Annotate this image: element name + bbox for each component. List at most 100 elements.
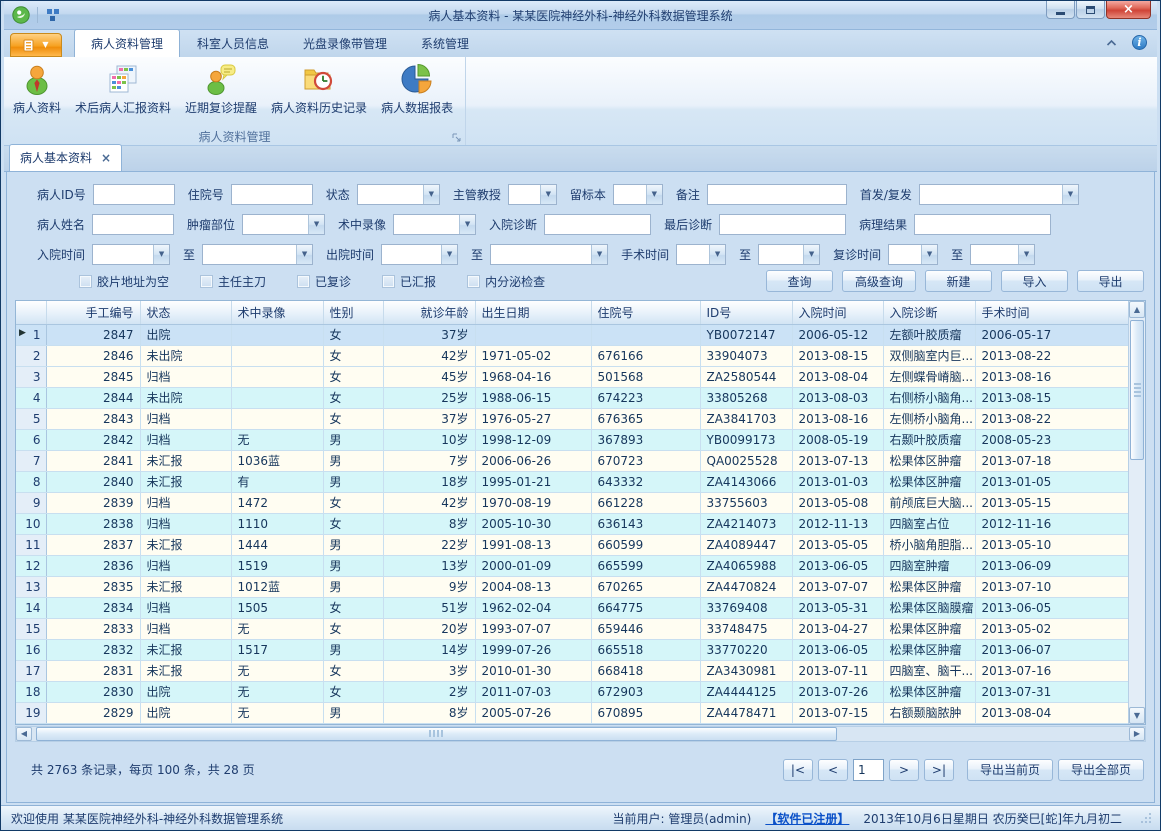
info-icon[interactable]: i [1132,35,1147,50]
combo-dropdown-icon[interactable]: ▼ [296,245,312,264]
combo-dropdown-icon[interactable]: ▼ [308,215,324,234]
table-row[interactable]: 172831未汇报无女3岁2010-01-30668418ZA343098120… [16,660,1128,681]
revisited-checkbox[interactable]: 已复诊 [297,273,351,290]
table-row[interactable]: 122836归档1519男13岁2000-01-09665599ZA406598… [16,555,1128,576]
new-button[interactable]: 新建 [925,270,992,292]
combo-dropdown-icon[interactable]: ▼ [646,185,662,204]
surgery-time-to-dropdown[interactable]: ▼ [758,244,820,265]
chief-surgeon-checkbox[interactable]: 主任主刀 [200,273,266,290]
collapse-ribbon-icon[interactable] [1105,39,1118,47]
column-header-surgery-video[interactable]: 术中录像 [231,301,323,324]
vertical-scroll-thumb[interactable] [1130,320,1144,460]
pathology-result-input[interactable] [914,214,1051,235]
app-logo-icon[interactable] [11,5,31,25]
scroll-down-icon[interactable]: ▼ [1129,707,1145,724]
next-page-button[interactable]: > [889,759,919,781]
query-button[interactable]: 查询 [766,270,833,292]
film-address-empty-checkbox[interactable]: 胶片地址为空 [79,273,169,290]
advanced-query-button[interactable]: 高级查询 [842,270,916,292]
table-row[interactable]: 92839归档1472女42岁1970-08-19661228337556032… [16,492,1128,513]
remark-input[interactable] [707,184,847,205]
column-header-admission-diagnosis[interactable]: 入院诊断 [883,301,975,324]
ribbon-button-2[interactable]: 近期复诊提醒 [178,59,264,127]
column-header-status[interactable]: 状态 [140,301,231,324]
combo-dropdown-icon[interactable]: ▼ [709,245,725,264]
table-row[interactable]: 162832未汇报1517男14岁1999-07-266655183377022… [16,639,1128,660]
last-page-button[interactable]: >| [924,759,954,781]
table-row[interactable]: 52843归档女37岁1976-05-27676365ZA38417032013… [16,408,1128,429]
ribbon-tab-0[interactable]: 病人资料管理 [74,29,180,57]
ribbon-button-1[interactable]: 术后病人汇报资料 [68,59,178,127]
column-header-visit-age[interactable]: 就诊年龄 [383,301,475,324]
scroll-right-icon[interactable]: ▶ [1129,727,1145,741]
surgery-video-dropdown[interactable]: ▼ [393,214,476,235]
horizontal-scrollbar[interactable]: ◀ ▶ [15,726,1146,742]
reported-checkbox[interactable]: 已汇报 [382,273,436,290]
column-header-hospital-no[interactable]: 住院号 [591,301,700,324]
app-menu-button[interactable]: ▼ [10,33,62,57]
maximize-button[interactable] [1076,1,1105,19]
combo-dropdown-icon[interactable]: ▼ [540,185,556,204]
admission-time-from-dropdown[interactable]: ▼ [92,244,170,265]
column-header-row-indicator[interactable] [16,301,46,324]
ribbon-tab-1[interactable]: 科室人员信息 [180,29,286,57]
minimize-button[interactable] [1046,1,1075,19]
table-row[interactable]: 32845归档女45岁1968-04-16501568ZA25805442013… [16,366,1128,387]
registered-link[interactable]: 【软件已注册】 [765,810,849,827]
table-row[interactable]: 62842归档无男10岁1998-12-09367893YB0099173200… [16,429,1128,450]
professor-dropdown[interactable]: ▼ [508,184,557,205]
tab-close-icon[interactable]: × [101,152,111,164]
prev-page-button[interactable]: < [818,759,848,781]
export-current-page-button[interactable]: 导出当前页 [967,759,1053,781]
table-row[interactable]: 182830出院无女2岁2011-07-03672903ZA4444125201… [16,681,1128,702]
window-layout-icon[interactable] [44,7,62,23]
import-button[interactable]: 导入 [1001,270,1068,292]
discharge-time-from-dropdown[interactable]: ▼ [381,244,458,265]
combo-dropdown-icon[interactable]: ▼ [459,215,475,234]
column-header-id-no[interactable]: ID号 [700,301,792,324]
table-row[interactable]: 22846未出院女42岁1971-05-02676166339040732013… [16,345,1128,366]
tab-patient-basic-info[interactable]: 病人基本资料 × [9,144,122,171]
table-row[interactable]: 72841未汇报1036蓝男7岁2006-06-26670723QA002552… [16,450,1128,471]
first-or-relapse-dropdown[interactable]: ▼ [919,184,1079,205]
admission-diagnosis-input[interactable] [544,214,651,235]
endocrine-exam-checkbox[interactable]: 内分泌检查 [467,273,545,290]
revisit-time-from-dropdown[interactable]: ▼ [888,244,938,265]
discharge-time-to-dropdown[interactable]: ▼ [490,244,608,265]
vertical-scrollbar[interactable]: ▲ ▼ [1128,301,1145,724]
column-header-birth-date[interactable]: 出生日期 [475,301,591,324]
resize-grip[interactable] [1140,812,1152,824]
scroll-left-icon[interactable]: ◀ [16,727,32,741]
surgery-time-from-dropdown[interactable]: ▼ [676,244,726,265]
scroll-up-icon[interactable]: ▲ [1129,301,1145,318]
combo-dropdown-icon[interactable]: ▼ [591,245,607,264]
column-header-manual-no[interactable]: 手工编号 [46,301,140,324]
combo-dropdown-icon[interactable]: ▼ [423,185,439,204]
combo-dropdown-icon[interactable]: ▼ [803,245,819,264]
export-button[interactable]: 导出 [1077,270,1144,292]
combo-dropdown-icon[interactable]: ▼ [441,245,457,264]
table-row[interactable]: ▶12847出院女37岁YB00721472006-05-12左额叶胶质瘤200… [16,324,1128,345]
combo-dropdown-icon[interactable]: ▼ [921,245,937,264]
final-diagnosis-input[interactable] [719,214,846,235]
patient-id-input[interactable] [93,184,175,205]
table-row[interactable]: 42844未出院女25岁1988-06-15674223338052682013… [16,387,1128,408]
vertical-scroll-track[interactable] [1129,318,1145,707]
hospital-no-input[interactable] [231,184,313,205]
export-all-pages-button[interactable]: 导出全部页 [1058,759,1144,781]
horizontal-scroll-track[interactable] [32,727,1129,741]
combo-dropdown-icon[interactable]: ▼ [1018,245,1034,264]
combo-dropdown-icon[interactable]: ▼ [153,245,169,264]
specimen-dropdown[interactable]: ▼ [613,184,663,205]
table-row[interactable]: 132835未汇报1012蓝男9岁2004-08-13670265ZA44708… [16,576,1128,597]
ribbon-button-4[interactable]: 病人数据报表 [374,59,460,127]
column-header-gender[interactable]: 性别 [323,301,383,324]
dialog-launcher-icon[interactable] [452,133,461,142]
table-row[interactable]: 112837未汇报1444男22岁1991-08-13660599ZA40894… [16,534,1128,555]
first-page-button[interactable]: |< [783,759,813,781]
status-dropdown[interactable]: ▼ [357,184,440,205]
column-header-admission-time[interactable]: 入院时间 [792,301,883,324]
patient-name-input[interactable] [92,214,174,235]
column-header-surgery-time[interactable]: 手术时间 [975,301,1128,324]
horizontal-scroll-thumb[interactable] [36,727,837,741]
